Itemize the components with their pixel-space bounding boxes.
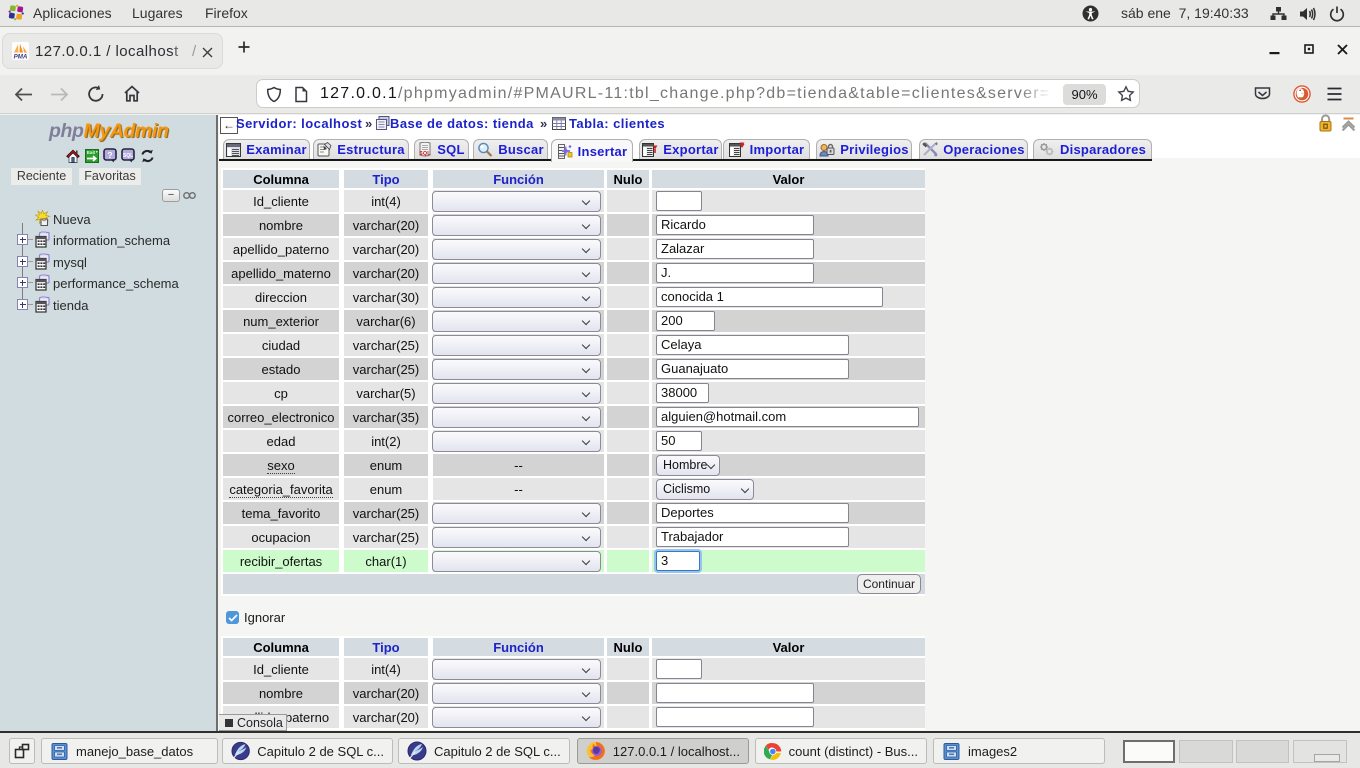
svg-text:?: ? [107,150,112,160]
svg-text:SQL: SQL [123,153,133,159]
svg-text:SQL: SQL [420,151,432,157]
svg-text:PMA: PMA [14,54,28,61]
svg-text:Exit: Exit [87,150,96,155]
